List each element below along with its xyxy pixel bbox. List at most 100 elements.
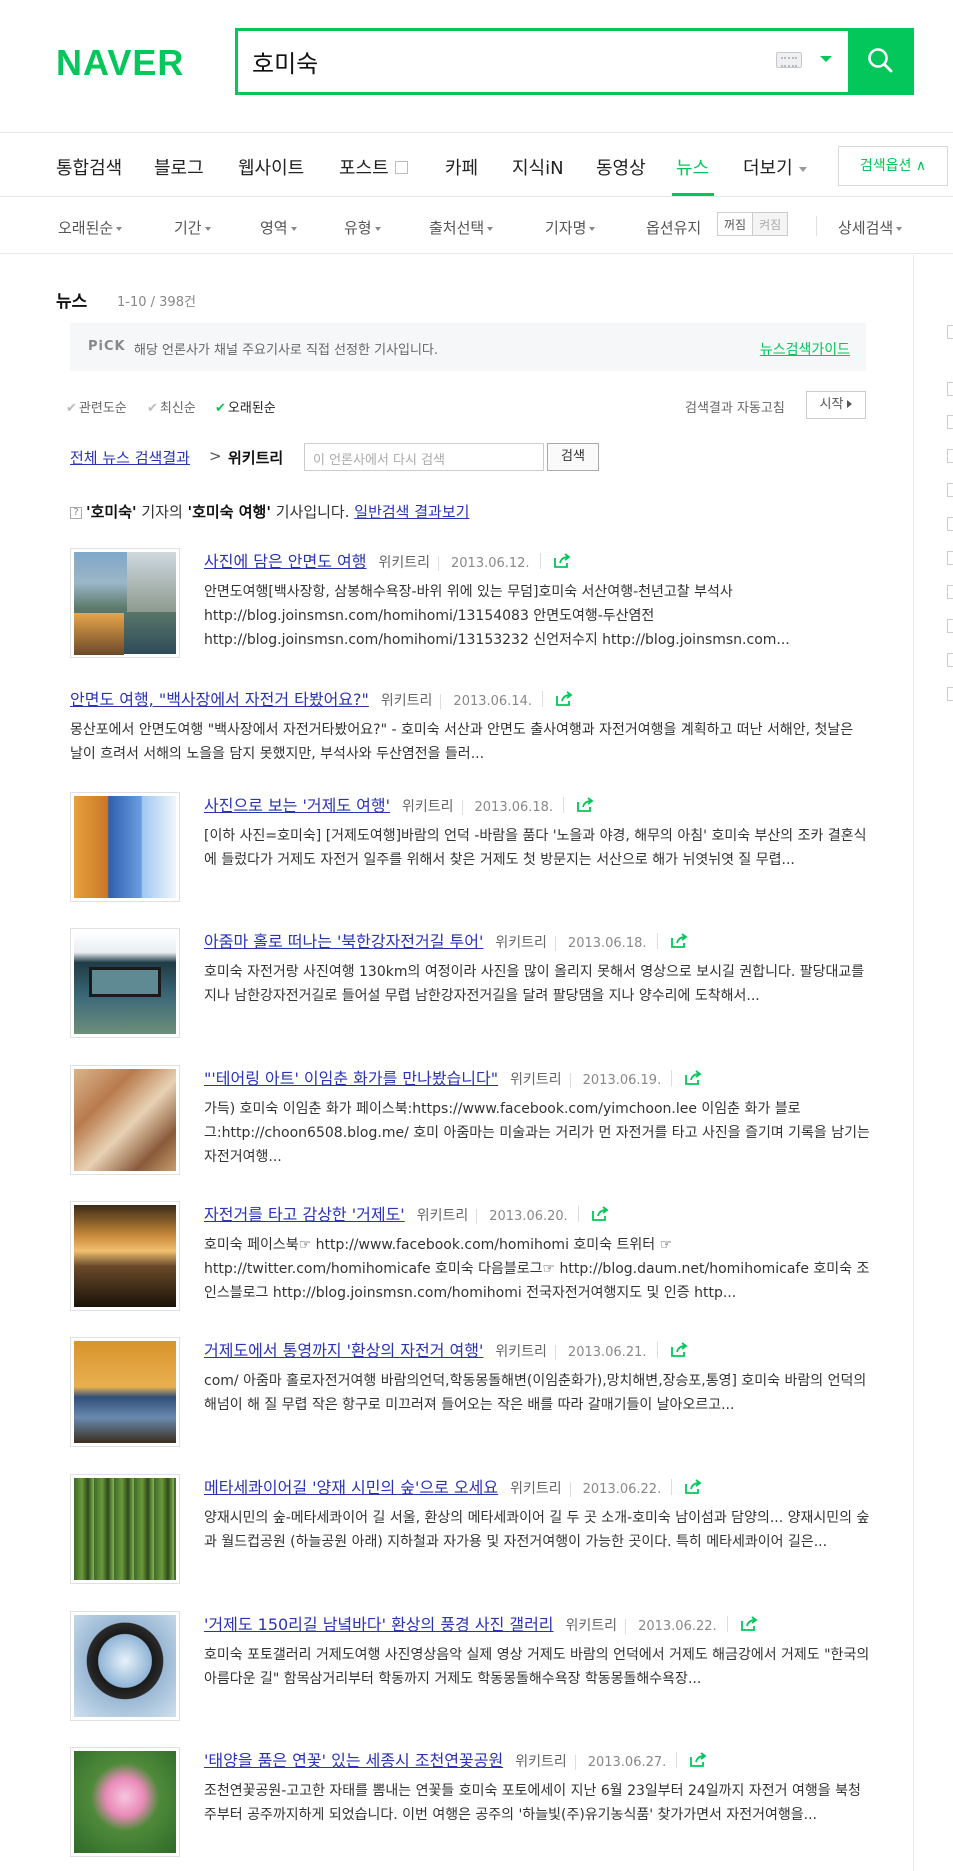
- share-icon[interactable]: [577, 1205, 609, 1222]
- sort-oldest[interactable]: ✔ 오래된순: [215, 397, 276, 416]
- side-panel-edge: [947, 687, 953, 701]
- share-icon[interactable]: [539, 552, 571, 569]
- search-button[interactable]: [848, 28, 914, 95]
- share-icon[interactable]: [656, 932, 687, 949]
- news-thumbnail[interactable]: [70, 1747, 180, 1857]
- chevron-down-icon: [204, 226, 211, 231]
- news-thumbnail[interactable]: [70, 1201, 180, 1311]
- news-item: 거제도에서 통영까지 '환상의 자전거 여행' 위키트리 2013.06.21. c…: [70, 1337, 870, 1457]
- filter-sort[interactable]: 오래된순: [58, 217, 123, 238]
- news-header: '거제도 150리길 남녘바다' 환상의 풍경 사진 갤러리 위키트리 2013.0…: [204, 1611, 758, 1635]
- news-thumbnail[interactable]: [70, 1337, 180, 1447]
- news-thumbnail[interactable]: [70, 1065, 180, 1175]
- news-header: "'테어링 아트' 이임춘 화가를 만나봤습니다" 위키트리 2013.06.19.: [204, 1065, 702, 1089]
- news-source[interactable]: 위키트리: [417, 1208, 469, 1224]
- news-date: 2013.06.18.: [461, 800, 554, 815]
- tab-post[interactable]: 포스트: [339, 154, 408, 180]
- auto-refresh-start-button[interactable]: 시작: [806, 391, 866, 419]
- news-title-link[interactable]: '거제도 150리길 남녘바다' 환상의 풍경 사진 갤러리: [204, 1615, 554, 1634]
- sort-latest-label: 최신순: [159, 401, 196, 416]
- news-summary: 양재시민의 숲-메타세콰이어 길 서울, 환상의 메타세콰이어 길 두 곳 소개…: [204, 1510, 870, 1550]
- keyboard-icon[interactable]: [776, 52, 802, 68]
- share-icon[interactable]: [563, 796, 594, 813]
- news-title-link[interactable]: 거제도에서 통영까지 '환상의 자전거 여행': [204, 1341, 483, 1360]
- section-title: 뉴스: [56, 292, 88, 312]
- filter-area[interactable]: 영역: [260, 217, 297, 238]
- chevron-down-icon: [116, 226, 123, 231]
- filter-type[interactable]: 유형: [344, 217, 381, 238]
- start-label: 시작: [819, 397, 844, 412]
- general-search-link[interactable]: 일반검색 결과보기: [354, 503, 469, 521]
- keep-option-toggle[interactable]: 꺼짐 켜짐: [717, 212, 789, 236]
- news-guide-link[interactable]: 뉴스검색가이드: [760, 339, 850, 359]
- news-source[interactable]: 위키트리: [495, 1344, 547, 1360]
- detail-search[interactable]: 상세검색: [838, 217, 903, 238]
- side-panel-edge: [947, 653, 953, 667]
- reporter-notice: ? '호미숙' 기자의 '호미숙 여행' 기사입니다. 일반검색 결과보기: [70, 501, 469, 522]
- side-panel-edge: [947, 619, 953, 633]
- tab-integrated[interactable]: 통합검색: [56, 154, 122, 180]
- news-thumbnail[interactable]: [70, 548, 180, 658]
- news-title-link[interactable]: 아줌마 홀로 떠나는 '북한강자전거길 투어': [204, 932, 483, 951]
- all-news-results-link[interactable]: 전체 뉴스 검색결과: [70, 447, 190, 468]
- news-title-link[interactable]: 안면도 여행, "백사장에서 자전거 타봤어요?": [70, 690, 369, 709]
- share-icon[interactable]: [542, 690, 573, 707]
- news-source[interactable]: 위키트리: [402, 799, 454, 815]
- sort-relevance[interactable]: ✔ 관련도순: [66, 397, 127, 416]
- news-source[interactable]: 위키트리: [381, 693, 433, 709]
- share-icon[interactable]: [656, 1341, 687, 1358]
- share-icon[interactable]: [671, 1478, 702, 1495]
- tab-website[interactable]: 웹사이트: [238, 154, 304, 180]
- search-input[interactable]: [252, 43, 752, 79]
- news-title-link[interactable]: 자전거를 타고 감상한 '거제도': [204, 1205, 405, 1224]
- news-title-link[interactable]: 사진으로 보는 '거제도 여행': [204, 796, 390, 815]
- news-title-link[interactable]: '태양을 품은 연꽃' 있는 세종시 조천연꽃공원: [204, 1751, 503, 1770]
- breadcrumb-separator: >: [209, 447, 222, 465]
- tab-kin[interactable]: 지식iN: [512, 154, 564, 180]
- news-thumbnail[interactable]: [70, 928, 180, 1038]
- news-source[interactable]: 위키트리: [495, 935, 547, 951]
- toggle-off-option[interactable]: 꺼짐: [718, 213, 754, 235]
- divider: [816, 216, 817, 236]
- news-title-link[interactable]: 메타세콰이어길 '양재 시민의 숲'으로 오세요: [204, 1478, 498, 1497]
- news-date: 2013.06.22.: [569, 1482, 662, 1497]
- tab-blog[interactable]: 블로그: [154, 154, 204, 180]
- share-icon[interactable]: [676, 1751, 707, 1768]
- press-search-input[interactable]: 이 언론사에서 다시 검색: [304, 443, 544, 471]
- news-source[interactable]: 위키트리: [510, 1072, 562, 1088]
- naver-logo[interactable]: NAVER: [56, 42, 184, 84]
- news-header: 자전거를 타고 감상한 '거제도' 위키트리 2013.06.20.: [204, 1201, 609, 1225]
- news-summary: [이하 사진=호미숙] [거제도여행]바람의 언덕 -바람을 품다 '노을과 야…: [204, 828, 867, 868]
- tab-more[interactable]: 더보기: [743, 154, 807, 180]
- news-source[interactable]: 위키트리: [378, 555, 430, 571]
- search-options-button[interactable]: 검색옵션 ∧: [838, 146, 948, 186]
- filter-reporter[interactable]: 기자명: [545, 217, 596, 238]
- news-source[interactable]: 위키트리: [566, 1618, 618, 1634]
- news-date: 2013.06.27.: [574, 1755, 667, 1770]
- toggle-on-option[interactable]: 켜짐: [753, 213, 788, 235]
- autocomplete-toggle-icon[interactable]: [820, 56, 832, 62]
- news-thumbnail[interactable]: [70, 792, 180, 902]
- news-thumbnail[interactable]: [70, 1611, 180, 1721]
- sort-latest[interactable]: ✔ 최신순: [147, 397, 196, 416]
- share-icon[interactable]: [726, 1615, 758, 1632]
- filter-source[interactable]: 출처선택: [429, 217, 494, 238]
- share-icon[interactable]: [671, 1069, 702, 1086]
- news-source[interactable]: 위키트리: [510, 1481, 562, 1497]
- side-panel-edge: [947, 382, 953, 396]
- news-title-link[interactable]: "'테어링 아트' 이임춘 화가를 만나봤습니다": [204, 1069, 498, 1088]
- tab-cafe[interactable]: 카페: [445, 154, 478, 180]
- press-search-button[interactable]: 검색: [547, 443, 599, 471]
- news-item: 사진에 담은 안면도 여행 위키트리 2013.06.12. 안면도여행[백사장항,…: [70, 548, 870, 668]
- news-item: "'테어링 아트' 이임춘 화가를 만나봤습니다" 위키트리 2013.06.19.…: [70, 1065, 870, 1185]
- filter-period[interactable]: 기간: [174, 217, 211, 238]
- news-title-link[interactable]: 사진에 담은 안면도 여행: [204, 552, 366, 571]
- filter-bar: 오래된순 기간 영역 유형 출처선택 기자명 옵션유지 꺼짐 켜짐 상세검색: [0, 198, 953, 254]
- news-source[interactable]: 위키트리: [515, 1754, 567, 1770]
- tab-news[interactable]: 뉴스: [676, 154, 709, 180]
- news-item: 안면도 여행, "백사장에서 자전거 타봤어요?" 위키트리 2013.06.14.…: [70, 686, 870, 766]
- news-thumbnail[interactable]: [70, 1474, 180, 1584]
- news-date: 2013.06.14.: [440, 694, 532, 709]
- tab-video[interactable]: 동영상: [596, 154, 646, 180]
- help-icon[interactable]: ?: [70, 506, 82, 519]
